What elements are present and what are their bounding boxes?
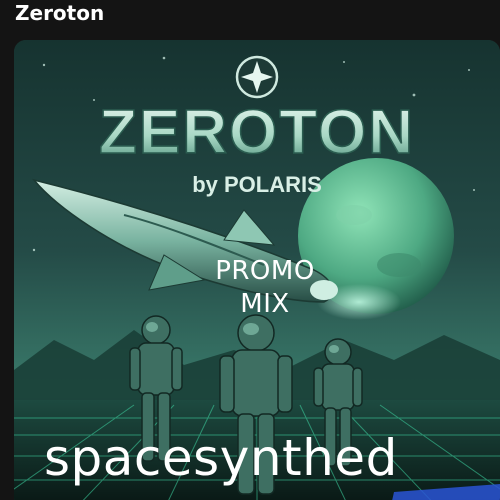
album-cover-card[interactable]: ZEROTON by POLARIS PROMO MIX spacesynthe…: [14, 40, 500, 500]
promo-mix-overlay: PROMO MIX: [215, 256, 315, 319]
compass-star-icon: [235, 55, 279, 99]
artist-name: spacesynthed: [44, 429, 398, 487]
logo-byline: by POLARIS: [192, 172, 322, 197]
page-title: Zeroton: [15, 1, 105, 25]
logo-zeroton: ZEROTON: [99, 98, 415, 167]
app-page: Zeroton ZEROTON by POLARIS PROMO MIX spa…: [0, 0, 500, 500]
